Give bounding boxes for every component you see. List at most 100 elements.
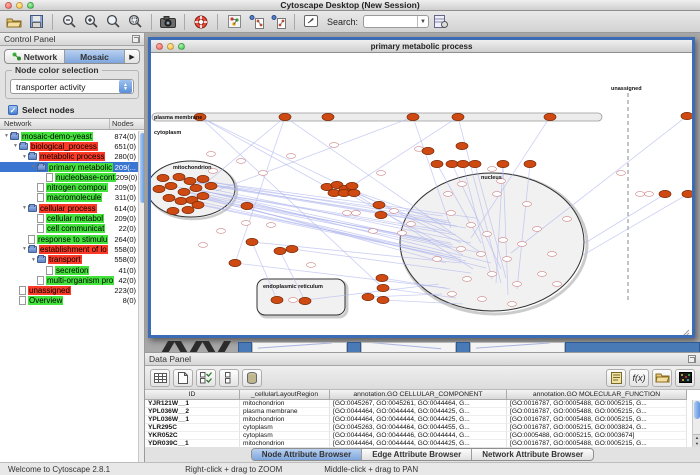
network-node[interactable] xyxy=(241,202,253,209)
table-row[interactable]: YDR039C__1mitochondrion[GO:0044464, GO:0… xyxy=(145,440,700,447)
table-column-header[interactable]: annotation.GO MOLECULAR_FUNCTION xyxy=(507,390,687,400)
network-node-small[interactable] xyxy=(287,154,296,159)
network-node[interactable] xyxy=(682,190,692,197)
network-node[interactable] xyxy=(274,247,286,254)
network-node[interactable] xyxy=(456,142,468,149)
network-view-window[interactable]: primary metabolic process plasma membran… xyxy=(148,37,695,338)
tree-row-cellular-process[interactable]: ▼cellular process614(0) xyxy=(0,203,138,213)
network-node[interactable] xyxy=(524,160,536,167)
network-node[interactable] xyxy=(229,259,241,266)
network-node-small[interactable] xyxy=(217,229,226,234)
network-node[interactable] xyxy=(279,113,291,120)
network-node[interactable] xyxy=(377,284,389,291)
delete-attribute-icon[interactable] xyxy=(242,369,262,387)
network-node[interactable] xyxy=(422,147,434,154)
tab-network[interactable]: Network xyxy=(5,50,65,63)
network-edge[interactable] xyxy=(200,117,461,243)
network-node-small[interactable] xyxy=(242,221,251,226)
tree-row-mosaic-demo-yeast[interactable]: ▼mosaic-demo-yeast874(0) xyxy=(0,131,138,141)
tree-row-establishment-of-lo[interactable]: ▼establishment of lo558(0) xyxy=(0,244,138,254)
network-node-small[interactable] xyxy=(457,247,466,252)
network-node[interactable] xyxy=(375,211,387,218)
expand-triangle-icon[interactable]: ▼ xyxy=(3,133,10,139)
network-node[interactable] xyxy=(246,238,258,245)
expand-triangle-icon[interactable]: ▼ xyxy=(21,246,28,252)
float-panel-icon[interactable] xyxy=(132,35,140,43)
table-column-header[interactable]: ID xyxy=(145,390,240,400)
network-node[interactable] xyxy=(192,201,204,208)
network-node-small[interactable] xyxy=(538,272,547,277)
network-canvas[interactable]: plasma membranecytoplasmmitochondrionnuc… xyxy=(151,53,692,335)
network-node[interactable] xyxy=(373,201,385,208)
network-node-small[interactable] xyxy=(352,211,361,216)
network-node[interactable] xyxy=(431,160,443,167)
tree-row-metabolic-process[interactable]: ▼metabolic process280(0) xyxy=(0,152,138,162)
tree-row-macromolecule[interactable]: macromolecule311(0) xyxy=(0,193,138,203)
network-node[interactable] xyxy=(346,182,358,189)
attribute-table-icon[interactable] xyxy=(150,369,170,387)
network-node-small[interactable] xyxy=(390,209,399,214)
table-column-header[interactable]: annotation.GO CELLULAR_COMPONENT xyxy=(330,390,507,400)
attribute-matrix-icon[interactable] xyxy=(675,369,695,387)
background-window-fragment[interactable] xyxy=(347,342,361,352)
zoom-in-icon[interactable] xyxy=(81,13,101,31)
formula-fx-icon[interactable]: f(x) xyxy=(629,369,649,387)
network-edge[interactable] xyxy=(585,194,665,243)
network-node[interactable] xyxy=(153,185,165,192)
select-attributes-icon[interactable] xyxy=(219,369,239,387)
table-row[interactable]: YLR295Ccytoplasm[GO:0045263, GO:0044464,… xyxy=(145,424,700,432)
expand-triangle-icon[interactable]: ▼ xyxy=(30,257,37,263)
new-attribute-icon[interactable] xyxy=(173,369,193,387)
tab-edge-attribute-browser[interactable]: Edge Attribute Browser xyxy=(362,449,472,460)
table-row[interactable]: YJR121W__1mitochondrion[GO:0045267, GO:0… xyxy=(145,400,700,408)
network-node[interactable] xyxy=(299,297,311,304)
network-node-small[interactable] xyxy=(499,238,508,243)
network-node-small[interactable] xyxy=(398,231,407,236)
network-node[interactable] xyxy=(184,177,196,184)
attribute-table[interactable]: ID_cellularLayoutRegionannotation.GO CEL… xyxy=(145,390,700,447)
network-node[interactable] xyxy=(452,113,464,120)
network-node-small[interactable] xyxy=(523,202,532,207)
tree-row-nitrogen-compou[interactable]: nitrogen compou209(0) xyxy=(0,182,138,192)
tree-row-biological-process[interactable]: ▼biological_process651(0) xyxy=(0,141,138,151)
network-node-small[interactable] xyxy=(259,171,268,176)
network-node-small[interactable] xyxy=(377,171,386,176)
network-node[interactable] xyxy=(544,113,556,120)
search-dropdown-icon[interactable]: ▼ xyxy=(417,16,428,27)
tab-mosaic[interactable]: Mosaic xyxy=(65,50,125,63)
background-window-fragment[interactable] xyxy=(456,342,470,352)
network-node[interactable] xyxy=(377,296,389,303)
network-node-small[interactable] xyxy=(518,242,527,247)
network-node[interactable] xyxy=(322,113,334,120)
open-file-icon[interactable] xyxy=(4,13,24,31)
table-scroll-arrows[interactable]: ▲▼ xyxy=(693,434,700,447)
network-edge[interactable] xyxy=(583,194,688,255)
network-node-small[interactable] xyxy=(369,229,378,234)
table-row[interactable]: YPL036W__1mitochondrion[GO:0044464, GO:0… xyxy=(145,416,700,424)
network-node-small[interactable] xyxy=(478,297,487,302)
network-edge[interactable] xyxy=(352,117,458,186)
network-node-small[interactable] xyxy=(503,257,512,262)
network-node-small[interactable] xyxy=(488,272,497,277)
expand-triangle-icon[interactable]: ▼ xyxy=(21,205,28,211)
tree-column-nodes[interactable]: Nodes xyxy=(110,119,144,129)
network-node[interactable] xyxy=(178,188,190,195)
tree-row-transport[interactable]: ▼transport558(0) xyxy=(0,255,138,265)
network-node[interactable] xyxy=(175,197,187,204)
tree-row-overview[interactable]: Overview8(0) xyxy=(0,296,138,306)
tab-network-attribute-browser[interactable]: Network Attribute Browser xyxy=(472,449,593,460)
tree-row-nucleobase-cont[interactable]: nucleobase-cont209(0) xyxy=(0,172,138,182)
network-node-small[interactable] xyxy=(433,257,442,262)
network-node-small[interactable] xyxy=(267,223,276,228)
network-node-small[interactable] xyxy=(553,282,562,287)
zoom-fit-icon[interactable] xyxy=(103,13,123,31)
background-window-fragment[interactable] xyxy=(361,342,456,352)
background-window-fragment[interactable] xyxy=(252,342,347,352)
select-attributes-checked-icon[interactable] xyxy=(196,369,216,387)
network-node-small[interactable] xyxy=(493,192,502,197)
annotation-icon[interactable] xyxy=(301,13,321,31)
network-node-small[interactable] xyxy=(533,227,542,232)
save-icon[interactable] xyxy=(26,13,46,31)
import-attributes-icon[interactable] xyxy=(431,13,451,31)
tab-node-attribute-browser[interactable]: Node Attribute Browser xyxy=(252,449,363,460)
